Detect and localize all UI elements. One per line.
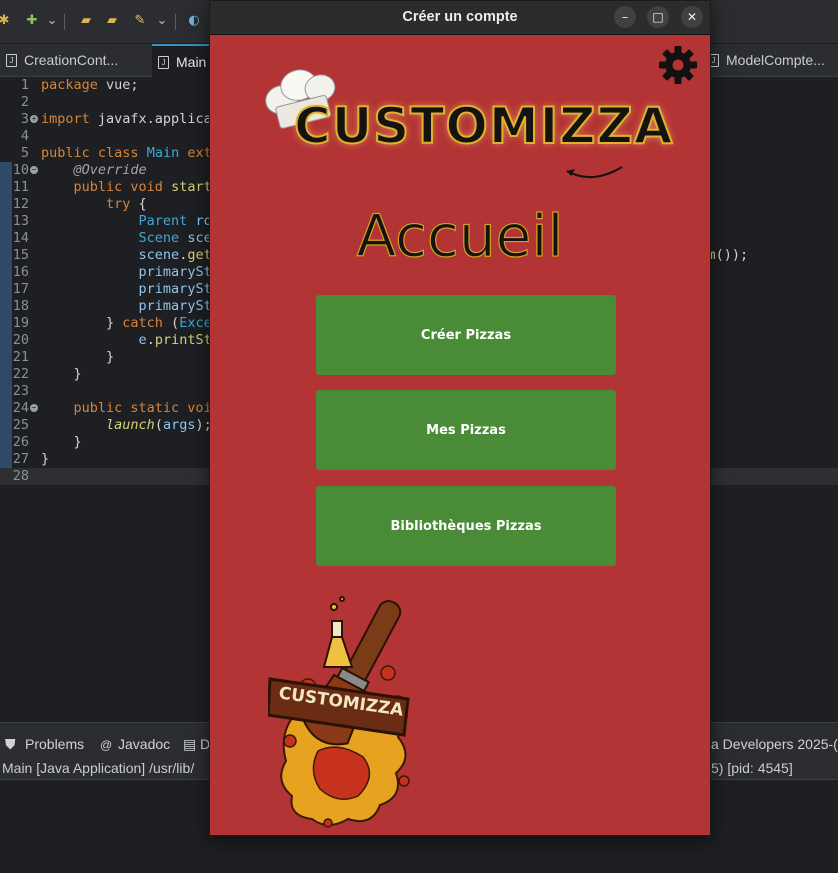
gear-icon[interactable] [658,45,698,85]
folder-icon[interactable]: ▰ [104,13,120,29]
javadoc-icon: @ [100,738,113,752]
problems-icon: ⛊ [5,736,16,752]
tab-label: ModelCompte... [726,52,825,68]
java-file-icon: J [158,56,169,69]
collapse-icon[interactable]: − [30,404,38,412]
page-title: Accueil [356,201,564,270]
tab-main[interactable]: J Main [152,44,210,77]
chevron-down-icon[interactable]: ⌄ [44,13,60,29]
customizza-logo: CUSTOMIZZA [262,67,673,185]
expand-icon[interactable]: + [30,115,38,123]
app-window: Créer un compte – □ ✕ CUSTOMIZZA Accueil… [209,0,711,836]
debug-icon[interactable]: ◐ [186,13,202,29]
tab-creation-controller[interactable]: J CreationCont... [0,44,150,77]
logo-text: CUSTOMIZZA [293,96,674,156]
tab-problems[interactable]: Problems [25,736,84,752]
toolbar-separator [64,14,65,30]
chevron-down-icon[interactable]: ⌄ [154,13,170,29]
console-launch-info: Main [Java Application] /usr/lib/ [2,760,195,776]
java-file-icon: J [6,54,17,67]
brush-icon[interactable]: ✎ [132,13,148,29]
close-button[interactable]: ✕ [681,6,703,28]
declaration-icon: ▤ [183,736,197,752]
window-titlebar[interactable]: Créer un compte – □ ✕ [210,1,710,35]
ide-status-text: a Developers 2025-( [711,736,838,752]
console-pid-info: 5) [pid: 4545] [711,760,793,776]
tab-label: Main [176,54,207,70]
desktop: ✱ ✚ ⌄ ▰ ▰ ✎ ⌄ ◐ J CreationCont... J Main… [0,0,838,873]
collapse-icon[interactable]: − [30,166,38,174]
new-icon[interactable]: ✚ [24,13,40,29]
open-folder-icon[interactable]: ▰ [78,13,94,29]
tab-model-compte[interactable]: J ModelCompte... [702,44,838,77]
pizza-library-button[interactable]: Bibliothèques Pizzas [316,486,616,566]
build-icon[interactable]: ✱ [0,13,12,29]
minimize-button[interactable]: – [614,6,636,28]
tab-label: CreationCont... [24,52,119,68]
create-pizzas-button[interactable]: Créer Pizzas [316,295,616,375]
maximize-button[interactable]: □ [647,6,669,28]
customizza-badge: CUSTOMIZZA [268,591,418,831]
tab-javadoc[interactable]: Javadoc [118,736,170,752]
toolbar-separator [175,14,176,30]
my-pizzas-button[interactable]: Mes Pizzas [316,390,616,470]
